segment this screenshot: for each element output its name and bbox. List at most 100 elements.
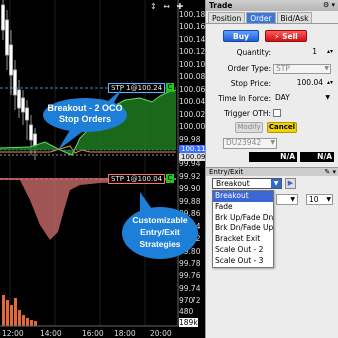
y-axis-tick-label: 99.76 — [179, 271, 201, 281]
y-axis-tick-label: 100.16 — [179, 22, 206, 32]
stp-lower-cancel[interactable]: C — [166, 174, 174, 183]
stp-upper-cancel[interactable]: C — [166, 83, 174, 92]
tab-order[interactable]: Order — [246, 12, 276, 23]
order-type-label: Order Type: — [227, 64, 271, 73]
buy-sell-row: Buy ⚡ Sell — [223, 30, 338, 42]
panel-titlebar: Trade ⚙ ▾ — [206, 0, 338, 11]
y-axis-tick-label: 100.02 — [179, 109, 206, 119]
strategy-select[interactable]: Breakout ▼ — [212, 178, 282, 189]
y-axis-tick-label: 99.90 — [179, 184, 201, 194]
strategies-line-3: Strategies — [139, 239, 181, 249]
y-axis-tick-label: 99.92 — [179, 171, 201, 181]
chevron-down-icon: ▼ — [326, 196, 331, 203]
stp-upper-order[interactable]: STP 1@100.24 — [108, 83, 166, 93]
y-axis-tick-label: 100.18 — [179, 10, 206, 19]
quantity-field[interactable]: 1 — [273, 48, 325, 58]
strategy-dropdown-menu[interactable]: Breakout Fade Brk Up/Fade Dn Brk Dn/Fade Up… — [212, 190, 274, 268]
panel-tabs: Position Order Bid/Ask — [206, 12, 338, 24]
x-label-1: 12:00 — [2, 329, 24, 338]
strategy-option[interactable]: Fade — [213, 202, 273, 213]
lightning-icon: ⚡ — [274, 32, 280, 41]
trigger-checkbox[interactable] — [273, 109, 281, 117]
stop-price-field[interactable]: 100.04 — [273, 79, 325, 89]
volume-label-1: 970 — [179, 296, 194, 305]
oco-line-1: Breakout - 2 OCO — [47, 103, 123, 113]
volume-bars — [2, 295, 37, 326]
strategy-option[interactable]: Brk Dn/Fade Up — [213, 223, 273, 234]
last-price-badge: 100.11 — [179, 145, 208, 153]
y-axis-tick-label: 100.00 — [179, 122, 206, 132]
strategy-option[interactable]: Scale Out - 2 — [213, 245, 273, 256]
y-axis-tick-label: 99.74 — [179, 283, 201, 293]
y-axis-tick-label: 100.06 — [179, 84, 206, 94]
order-type-select[interactable]: STP ▼ — [273, 64, 331, 74]
quantity-value: 1 — [312, 47, 317, 56]
trigger-label: Trigger OTH: — [224, 109, 271, 118]
price-chart[interactable]: ↕ ↔ ✚ 100.18 100.16 100.14 100.12 100.10 100.… — [0, 0, 208, 338]
oco-line-2: Stop Orders — [58, 114, 111, 124]
sell-label: Sell — [282, 32, 298, 41]
strategy-option[interactable]: Brk Up/Fade Dn — [213, 213, 273, 224]
tif-select[interactable]: DAY ▼ — [273, 94, 331, 104]
panel-settings-icon[interactable]: ⚙ ▾ — [323, 0, 335, 11]
quantity-row: Quantity: 1 ▴▾ — [206, 48, 338, 59]
volume-label-2: 480 — [179, 307, 194, 316]
trade-panel: Trade ⚙ ▾ Position Order Bid/Ask Buy ⚡ S… — [205, 0, 338, 338]
y-axis-tick-label: 99.88 — [179, 196, 201, 206]
order-type-row: Order Type: STP ▼ — [206, 64, 338, 75]
edit-icon[interactable]: ✎ ▾ — [324, 168, 336, 177]
y-axis-tick-label: 100.08 — [179, 72, 206, 82]
na-right: N/A — [300, 152, 334, 162]
y-axis-tick-label: 100.12 — [179, 47, 206, 57]
strategy-option[interactable]: Bracket Exit — [213, 234, 273, 245]
entry-exit-title: Entry/Exit — [209, 168, 244, 176]
x-label-2: 14:00 — [40, 329, 62, 338]
stop-price-stepper[interactable]: ▴▾ — [327, 79, 333, 86]
stop-price-label: Stop Price: — [230, 79, 271, 88]
x-label-5: 20:00 — [150, 329, 172, 338]
x-label-4: 18:00 — [114, 329, 136, 338]
quantity-stepper[interactable]: ▴▾ — [327, 48, 333, 55]
buy-button[interactable]: Buy — [223, 30, 259, 42]
chevron-down-icon: ▼ — [270, 139, 275, 146]
strategy-value: Breakout — [216, 179, 250, 188]
x-label-3: 16:00 — [82, 329, 104, 338]
order-id-field[interactable]: DU23942 ▼ — [223, 138, 277, 149]
entry-exit-header: Entry/Exit ✎ ▾ — [206, 167, 338, 176]
volume-label-3: 189k — [179, 318, 198, 327]
strategy-qty-field[interactable]: 10 ▼ — [306, 194, 333, 205]
panel-title: Trade — [209, 1, 233, 10]
na-left: N/A — [249, 152, 297, 162]
chevron-down-icon: ▼ — [271, 179, 281, 188]
chevron-down-icon: ▼ — [325, 94, 330, 101]
order-type-value: STP — [276, 64, 290, 73]
y-axis-tick-label: 100.14 — [179, 34, 206, 44]
stp-lower-order[interactable]: STP 1@100.04 — [108, 174, 166, 184]
chevron-down-icon: ▼ — [324, 65, 329, 72]
strategy-option[interactable]: Scale Out - 3 — [213, 256, 273, 267]
candles — [1, 0, 37, 160]
modify-button[interactable]: Modify — [235, 122, 263, 133]
tif-row: Time In Force: DAY ▼ — [206, 94, 338, 105]
quantity-label: Quantity: — [236, 48, 271, 57]
y-axis-tick-label: 99.78 — [179, 259, 201, 268]
tab-position[interactable]: Position — [208, 12, 246, 23]
stop-price-row: Stop Price: 100.04 ▴▾ — [206, 79, 338, 90]
tif-value: DAY — [275, 93, 290, 102]
sell-button[interactable]: ⚡ Sell — [265, 30, 307, 42]
chart-canvas — [0, 0, 179, 327]
tab-bid-ask[interactable]: Bid/Ask — [276, 12, 313, 23]
strategy-qty: 10 — [309, 195, 319, 204]
order-id: DU23942 — [226, 138, 262, 147]
strategies-annotation: Customizable Entry/Exit Strategies — [126, 214, 194, 250]
stop-price-value: 100.04 — [296, 78, 323, 87]
y-axis-tick-label: 100.04 — [179, 97, 206, 107]
play-icon[interactable]: ▶ — [285, 178, 296, 189]
tif-label: Time In Force: — [218, 94, 271, 103]
strategies-line-2: Entry/Exit — [140, 227, 180, 237]
strategy-option[interactable]: Breakout — [213, 191, 273, 202]
cancel-button[interactable]: Cancel — [267, 122, 297, 133]
hidden-select[interactable]: ▼ — [276, 194, 298, 205]
y-axis-tick-label: 99.98 — [179, 134, 201, 144]
oco-annotation: Breakout - 2 OCO Stop Orders — [47, 103, 123, 125]
